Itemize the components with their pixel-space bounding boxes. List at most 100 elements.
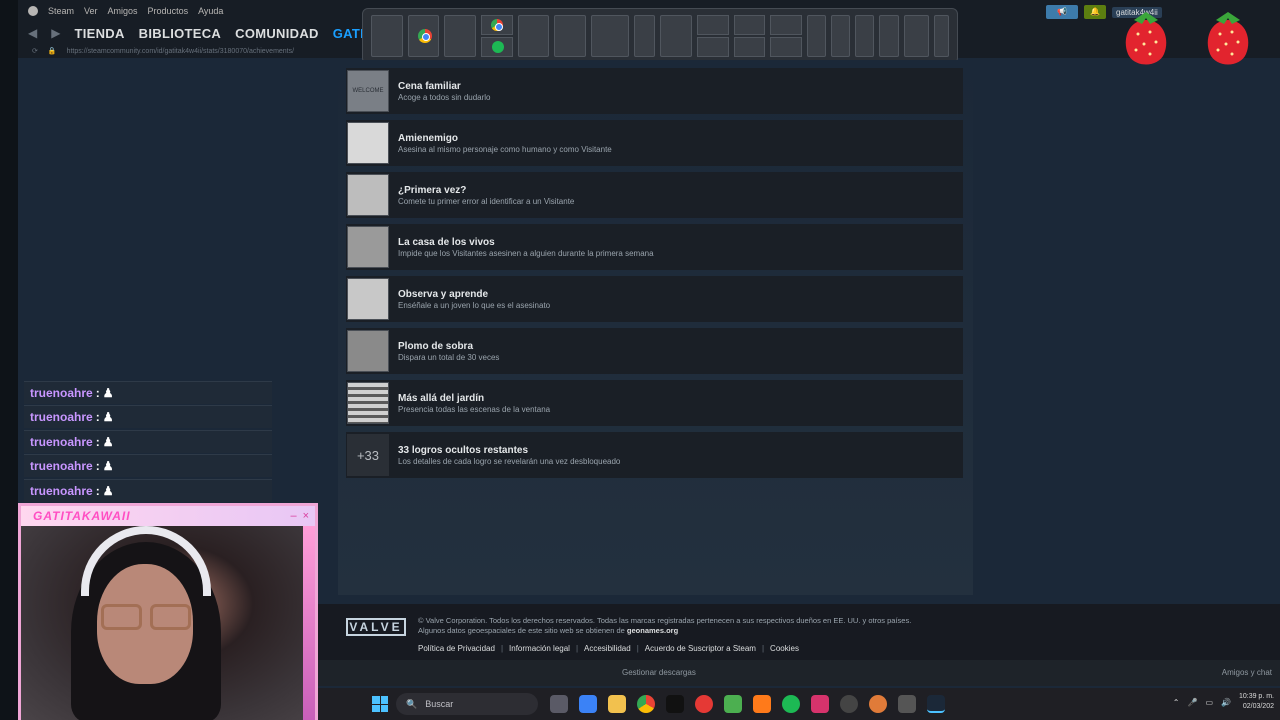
browser-icon[interactable] bbox=[869, 695, 887, 713]
file-explorer-icon[interactable] bbox=[608, 695, 626, 713]
chat-message: truenoahre: ♟ bbox=[24, 405, 272, 429]
window-thumbnail[interactable] bbox=[806, 15, 826, 57]
window-thumbnail[interactable] bbox=[371, 15, 403, 57]
cookies-link[interactable]: Cookies bbox=[770, 644, 799, 653]
microphone-icon[interactable]: 🎤 bbox=[1187, 698, 1197, 707]
achievement-row[interactable]: La casa de los vivos Impide que los Visit… bbox=[346, 224, 963, 270]
thumbnail[interactable] bbox=[733, 37, 766, 57]
menu-productos[interactable]: Productos bbox=[148, 6, 189, 16]
window-thumbnail[interactable] bbox=[660, 15, 693, 57]
window-thumbnail-group[interactable] bbox=[733, 15, 766, 57]
achievement-row[interactable]: Plomo de sobra Dispara un total de 30 vec… bbox=[346, 328, 963, 374]
announcements-button[interactable]: 📢 bbox=[1046, 5, 1078, 19]
copilot-icon[interactable] bbox=[579, 695, 597, 713]
thumbnail[interactable] bbox=[770, 37, 802, 57]
window-thumbnail[interactable] bbox=[554, 15, 586, 57]
url-text[interactable]: https://steamcommunity.com/id/gatitak4w4… bbox=[67, 48, 294, 55]
achievement-name: 33 logros ocultos restantes bbox=[398, 444, 529, 456]
menu-ayuda[interactable]: Ayuda bbox=[198, 6, 223, 16]
accessibility-link[interactable]: Accesibilidad bbox=[584, 644, 631, 653]
chat-message: truenoahre: ♟ bbox=[24, 454, 272, 478]
chat-emote-icon: ♟ bbox=[102, 434, 114, 449]
achievement-icon bbox=[347, 226, 389, 268]
geonames-link[interactable]: geonames.org bbox=[627, 626, 678, 635]
taskbar-apps bbox=[550, 695, 945, 713]
forward-arrow-icon[interactable]: ▶ bbox=[51, 26, 60, 40]
window-thumbnail[interactable] bbox=[879, 15, 899, 57]
achievement-name: Cena familiar bbox=[398, 80, 461, 92]
achievement-row[interactable]: ¿Primera vez? Comete tu primer error al i… bbox=[346, 172, 963, 218]
achievement-name: ¿Primera vez? bbox=[398, 184, 467, 196]
webcam-frame-side bbox=[303, 526, 315, 720]
tab-tienda[interactable]: TIENDA bbox=[74, 26, 124, 41]
menu-amigos[interactable]: Amigos bbox=[108, 6, 138, 16]
achievement-row[interactable]: Más allá del jardín Presencia todas las e… bbox=[346, 380, 963, 426]
window-thumbnail[interactable] bbox=[590, 15, 630, 57]
steam-icon[interactable] bbox=[927, 695, 945, 713]
window-thumbnail-group[interactable] bbox=[480, 15, 513, 57]
window-thumbnail-group[interactable] bbox=[770, 15, 802, 57]
thumbnail-spotify[interactable] bbox=[480, 37, 513, 57]
minimize-icon: – bbox=[290, 510, 297, 522]
menu-steam[interactable]: Steam bbox=[48, 6, 74, 16]
window-thumbnail-chrome[interactable] bbox=[407, 15, 440, 57]
window-thumbnail[interactable] bbox=[634, 15, 656, 57]
window-thumbnail[interactable] bbox=[855, 15, 875, 57]
window-thumbnail[interactable] bbox=[517, 15, 550, 57]
store-icon[interactable] bbox=[724, 695, 742, 713]
chat-separator: : bbox=[95, 434, 100, 449]
achievement-icon bbox=[347, 278, 389, 320]
window-thumbnail[interactable] bbox=[903, 15, 929, 57]
refresh-icon[interactable]: ⟳ bbox=[32, 47, 38, 55]
thumbnail[interactable] bbox=[697, 37, 729, 57]
spotify-icon[interactable] bbox=[782, 695, 800, 713]
thumbnail-chrome[interactable] bbox=[480, 15, 513, 35]
instagram-icon[interactable] bbox=[811, 695, 829, 713]
friends-chat-button[interactable]: Amigos y chat bbox=[1222, 668, 1272, 677]
chevron-up-icon[interactable]: ⌃ bbox=[1173, 698, 1180, 707]
achievement-desc: Acoge a todos sin dudarlo bbox=[398, 92, 491, 102]
manage-downloads-button[interactable]: Gestionar descargas bbox=[622, 668, 696, 677]
app-icon[interactable] bbox=[695, 695, 713, 713]
app-orange-icon[interactable] bbox=[753, 695, 771, 713]
volume-icon[interactable]: 🔊 bbox=[1221, 698, 1231, 707]
network-icon[interactable]: ▭ bbox=[1205, 698, 1213, 707]
task-view-icon[interactable] bbox=[550, 695, 568, 713]
achievement-row[interactable]: WELCOME Cena familiar Acoge a todos sin d… bbox=[346, 68, 963, 114]
achievement-row[interactable]: Amienemigo Asesina al mismo personaje com… bbox=[346, 120, 963, 166]
lock-icon: 🔒 bbox=[47, 48, 57, 55]
window-thumbnail-group[interactable] bbox=[697, 15, 729, 57]
notifications-button[interactable]: 🔔 bbox=[1084, 5, 1106, 19]
search-placeholder: Buscar bbox=[425, 699, 454, 709]
window-thumbnail[interactable] bbox=[444, 15, 476, 57]
hidden-achievements-row[interactable]: +33 33 logros ocultos restantes Los detal… bbox=[346, 432, 963, 478]
thumbnail[interactable] bbox=[770, 15, 802, 35]
strawberry-decoration-icon bbox=[1125, 12, 1167, 65]
back-arrow-icon[interactable]: ◀ bbox=[28, 26, 37, 40]
tiktok-icon[interactable] bbox=[666, 695, 684, 713]
menu-ver[interactable]: Ver bbox=[84, 6, 98, 16]
thumbnail[interactable] bbox=[733, 15, 766, 35]
thumbnail[interactable] bbox=[697, 15, 729, 35]
legal-link[interactable]: Información legal bbox=[509, 644, 570, 653]
chat-emote-icon: ♟ bbox=[102, 410, 114, 425]
privacy-link[interactable]: Política de Privacidad bbox=[418, 644, 495, 653]
app-gear-icon[interactable] bbox=[840, 695, 858, 713]
clock[interactable]: 10:39 p. m. 02/03/202 bbox=[1239, 692, 1274, 712]
achievement-row[interactable]: Observa y aprende Enséñale a un joven lo … bbox=[346, 276, 963, 322]
app-icon[interactable] bbox=[898, 695, 916, 713]
tab-comunidad[interactable]: COMUNIDAD bbox=[235, 26, 319, 41]
webcam-title: GATITAKAWAII bbox=[33, 509, 131, 523]
window-thumbnail[interactable] bbox=[830, 15, 851, 57]
window-thumbnail[interactable] bbox=[933, 15, 949, 57]
copyright-line-2: Algunos datos geoespaciales de este siti… bbox=[418, 626, 625, 635]
taskbar-search[interactable]: 🔍 Buscar bbox=[396, 693, 538, 715]
valve-logo[interactable]: VALVE bbox=[346, 618, 406, 636]
achievements-panel: WELCOME Cena familiar Acoge a todos sin d… bbox=[338, 60, 973, 595]
subscriber-agreement-link[interactable]: Acuerdo de Suscriptor a Steam bbox=[645, 644, 756, 653]
chrome-icon[interactable] bbox=[637, 695, 655, 713]
copyright-line-1: © Valve Corporation. Todos los derechos … bbox=[418, 616, 912, 625]
achievement-icon bbox=[347, 330, 389, 372]
windows-start-icon[interactable] bbox=[372, 696, 388, 712]
tab-biblioteca[interactable]: BIBLIOTECA bbox=[139, 26, 221, 41]
